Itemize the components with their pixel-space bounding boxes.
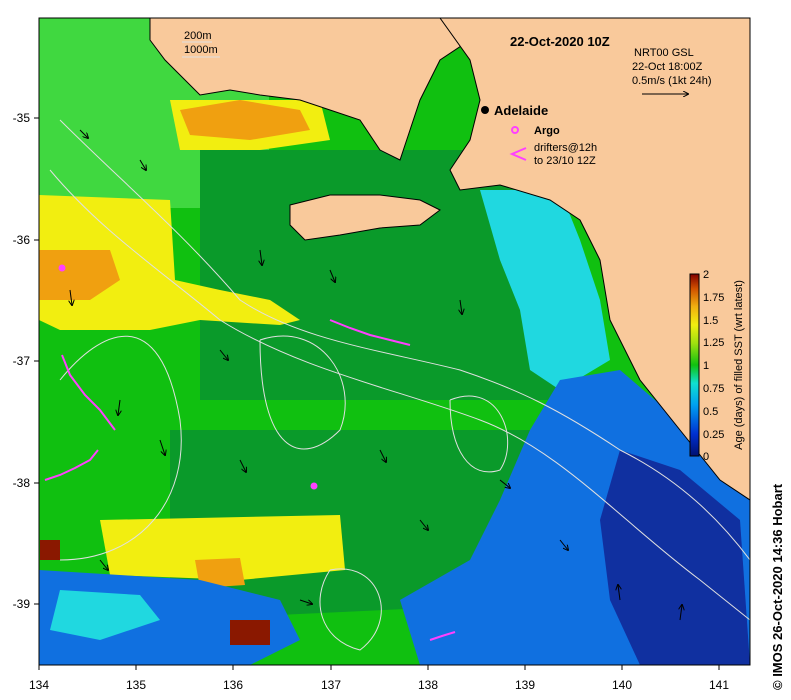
x-axis-labels: 134 135 136 137 138 139 140 141	[29, 678, 729, 692]
lat-tick-label: -39	[13, 597, 31, 611]
map-plot-area	[39, 18, 750, 665]
isobath-legend-1000m: 1000m	[184, 44, 218, 56]
colorbar-tick-label: 0.5	[703, 406, 718, 418]
colorbar-tick-label: 1	[703, 360, 709, 372]
colorbar-tick-label: 1.75	[703, 292, 724, 304]
map-title: 22-Oct-2020 10Z	[510, 34, 610, 49]
lon-tick-label: 140	[612, 678, 632, 692]
product-label: NRT00 GSL	[634, 47, 694, 59]
drifter-legend-period: to 23/10 12Z	[534, 155, 596, 167]
city-dot	[481, 106, 489, 114]
colorbar-tick-label: 0	[703, 451, 709, 463]
lon-tick-label: 134	[29, 678, 49, 692]
sst-map-figure: 134 135 136 137 138 139 140 141 -35 -36 …	[13, 17, 751, 692]
lat-tick-label: -35	[13, 111, 31, 125]
lat-tick-label: -38	[13, 476, 31, 490]
valid-time-label: 22-Oct 18:00Z	[632, 61, 703, 73]
colorbar-tick-label: 0.25	[703, 429, 724, 441]
colorbar-gradient	[689, 273, 700, 457]
lon-tick-label: 137	[321, 678, 341, 692]
isobath-legend-200m: 200m	[184, 30, 212, 42]
colorbar-tick-label: 1.5	[703, 315, 718, 327]
lon-tick-label: 141	[709, 678, 729, 692]
lon-tick-label: 135	[126, 678, 146, 692]
y-axis-labels: -35 -36 -37 -38 -39	[13, 111, 31, 611]
vector-scale-label: 0.5m/s (1kt 24h)	[632, 75, 711, 87]
lat-tick-label: -37	[13, 354, 31, 368]
sst-region-dark-red-south	[230, 620, 270, 645]
argo-float-marker	[310, 482, 318, 490]
colorbar-tick-label: 1.25	[703, 337, 724, 349]
lon-tick-label: 138	[418, 678, 438, 692]
drifter-legend-label: drifters@12h	[534, 142, 597, 154]
credit-label: © IMOS 26-Oct-2020 14:36 Hobart	[770, 483, 785, 690]
colorbar-tick-label: 2	[703, 269, 709, 281]
lon-tick-label: 139	[515, 678, 535, 692]
colorbar-tick-label: 0.75	[703, 383, 724, 395]
argo-legend-label: Argo	[534, 125, 560, 137]
sst-region-dark-red-sw	[40, 540, 60, 560]
colorbar-title: Age (days) of filled SST (wrt latest)	[733, 280, 745, 450]
city-label: Adelaide	[494, 103, 548, 118]
lon-tick-label: 136	[223, 678, 243, 692]
argo-float-marker	[58, 264, 66, 272]
lat-tick-label: -36	[13, 233, 31, 247]
